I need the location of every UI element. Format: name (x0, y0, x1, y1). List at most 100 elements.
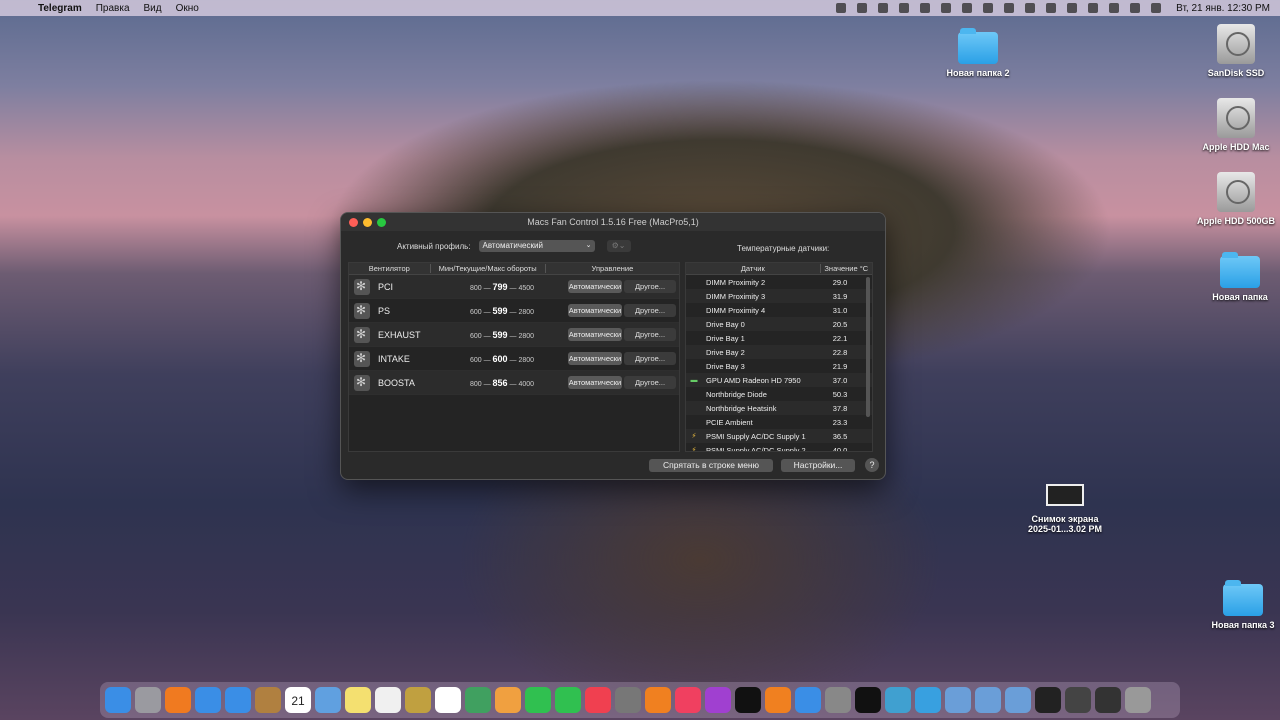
dock-app-icon[interactable] (765, 687, 791, 713)
dock-app-icon[interactable] (345, 687, 371, 713)
status-icon[interactable] (878, 3, 889, 13)
auto-button[interactable]: Автоматически (568, 328, 622, 341)
help-button[interactable]: ? (865, 458, 879, 472)
header-sensor[interactable]: Датчик (686, 264, 821, 273)
dock-app-icon[interactable] (1035, 687, 1061, 713)
desktop-screenshot[interactable]: Снимок экрана 2025-01...3.02 PM (1020, 484, 1110, 534)
header-value[interactable]: Значение °C (821, 264, 872, 273)
dock-app-icon[interactable] (825, 687, 851, 713)
sensor-row[interactable]: DIMM Proximity 3 31.9 (686, 289, 872, 303)
profile-gear-button[interactable]: ⚙⌄ (606, 240, 631, 252)
dock-app-icon[interactable] (705, 687, 731, 713)
header-fan[interactable]: Вентилятор (349, 264, 431, 273)
dock-app-icon[interactable] (375, 687, 401, 713)
fan-row[interactable]: BOOSTA 800 — 856 — 4000 Автоматически Др… (349, 371, 679, 395)
sensor-row[interactable]: Drive Bay 1 22.1 (686, 331, 872, 345)
desktop-folder[interactable]: Новая папка 2 (933, 28, 1023, 78)
dock-app-icon[interactable] (525, 687, 551, 713)
settings-button[interactable]: Настройки... (781, 459, 855, 472)
dock-app-icon[interactable] (1065, 687, 1091, 713)
dock-app-icon[interactable] (105, 687, 131, 713)
dock-app-icon[interactable] (795, 687, 821, 713)
calendar-icon[interactable]: 21 (285, 687, 311, 713)
status-icon[interactable] (941, 3, 952, 13)
dock-app-icon[interactable] (945, 687, 971, 713)
dock-app-icon[interactable] (1095, 687, 1121, 713)
desktop-disk[interactable]: SanDisk SSD (1191, 24, 1280, 78)
display-icon[interactable] (962, 3, 973, 13)
sensor-scrollbar[interactable] (866, 277, 870, 417)
sensor-row[interactable]: ⚡ PSMI Supply AC/DC Supply 2 40.0 (686, 443, 872, 452)
fan-row[interactable]: PCI 800 — 799 — 4500 Автоматически Друго… (349, 275, 679, 299)
dock-app-icon[interactable] (735, 687, 761, 713)
custom-button[interactable]: Другое... (624, 352, 676, 365)
fan-row[interactable]: EXHAUST 600 — 599 — 2800 Автоматически Д… (349, 323, 679, 347)
desktop-folder[interactable]: Новая папка 3 (1198, 580, 1280, 630)
auto-button[interactable]: Автоматически (568, 376, 622, 389)
dock-app-icon[interactable] (225, 687, 251, 713)
title-bar[interactable]: Macs Fan Control 1.5.16 Free (MacPro5,1) (341, 213, 885, 231)
dock-app-icon[interactable] (405, 687, 431, 713)
zoom-button[interactable] (377, 217, 386, 227)
sensor-row[interactable]: DIMM Proximity 2 29.0 (686, 275, 872, 289)
desktop-folder[interactable]: Новая папка (1195, 252, 1280, 302)
fan-row[interactable]: PS 600 — 599 — 2800 Автоматически Другое… (349, 299, 679, 323)
dock-app-icon[interactable] (555, 687, 581, 713)
dock-app-icon[interactable] (915, 687, 941, 713)
menu-clock[interactable]: Вт, 21 янв. 12:30 PM (1176, 3, 1270, 14)
custom-button[interactable]: Другое... (624, 304, 676, 317)
sensor-row[interactable]: PCIE Ambient 23.3 (686, 415, 872, 429)
input-source-icon[interactable] (1025, 3, 1036, 13)
profile-select[interactable]: Автоматический ⌄ (478, 240, 595, 252)
control-center-icon[interactable] (1130, 3, 1141, 13)
auto-button[interactable]: Автоматически (568, 352, 622, 365)
dock-app-icon[interactable] (165, 687, 191, 713)
menu-view[interactable]: Вид (144, 3, 162, 14)
dock-app-icon[interactable] (465, 687, 491, 713)
dock-app-icon[interactable] (975, 687, 1001, 713)
menu-edit[interactable]: Правка (96, 3, 130, 14)
desktop-disk[interactable]: Apple HDD 500GB (1191, 172, 1280, 226)
header-rpm[interactable]: Мин/Текущие/Макс обороты (431, 264, 546, 273)
dock-app-icon[interactable] (135, 687, 161, 713)
dock-app-icon[interactable] (645, 687, 671, 713)
dock-app-icon[interactable] (435, 687, 461, 713)
custom-button[interactable]: Другое... (624, 280, 676, 293)
user-icon[interactable] (1067, 3, 1078, 13)
volume-icon[interactable] (1004, 3, 1015, 13)
dock-app-icon[interactable] (675, 687, 701, 713)
sensor-row[interactable]: ⚡ PSMI Supply AC/DC Supply 1 36.5 (686, 429, 872, 443)
search-icon[interactable] (1109, 3, 1120, 13)
dock-app-icon[interactable] (195, 687, 221, 713)
custom-button[interactable]: Другое... (624, 328, 676, 341)
play-icon[interactable] (983, 3, 994, 13)
dock-app-icon[interactable] (495, 687, 521, 713)
dock-app-icon[interactable] (1125, 687, 1151, 713)
dock-app-icon[interactable] (885, 687, 911, 713)
sensor-row[interactable]: Northbridge Diode 50.3 (686, 387, 872, 401)
auto-button[interactable]: Автоматически (568, 280, 622, 293)
dock-app-icon[interactable] (585, 687, 611, 713)
sensor-row[interactable]: Drive Bay 3 21.9 (686, 359, 872, 373)
auto-button[interactable]: Автоматически (568, 304, 622, 317)
status-icon[interactable] (920, 3, 931, 13)
sensor-row[interactable]: ▬ GPU AMD Radeon HD 7950 37.0 (686, 373, 872, 387)
sensor-row[interactable]: Northbridge Heatsink 37.8 (686, 401, 872, 415)
minimize-button[interactable] (363, 217, 372, 227)
siri-icon[interactable] (1151, 3, 1162, 13)
custom-button[interactable]: Другое... (624, 376, 676, 389)
dock-app-icon[interactable] (315, 687, 341, 713)
sensor-row[interactable]: DIMM Proximity 4 31.0 (686, 303, 872, 317)
header-control[interactable]: Управление (546, 264, 679, 273)
wifi-off-icon[interactable] (1046, 3, 1057, 13)
eject-icon[interactable] (1088, 3, 1099, 13)
fan-row[interactable]: INTAKE 600 — 600 — 2800 Автоматически Др… (349, 347, 679, 371)
dock-app-icon[interactable] (255, 687, 281, 713)
dock-app-icon[interactable] (855, 687, 881, 713)
status-icon[interactable] (836, 3, 847, 13)
hide-in-menubar-button[interactable]: Спрятать в строке меню (649, 459, 773, 472)
menu-window[interactable]: Окно (176, 3, 199, 14)
sensor-row[interactable]: Drive Bay 0 20.5 (686, 317, 872, 331)
close-button[interactable] (349, 217, 358, 227)
status-icon[interactable] (857, 3, 868, 13)
